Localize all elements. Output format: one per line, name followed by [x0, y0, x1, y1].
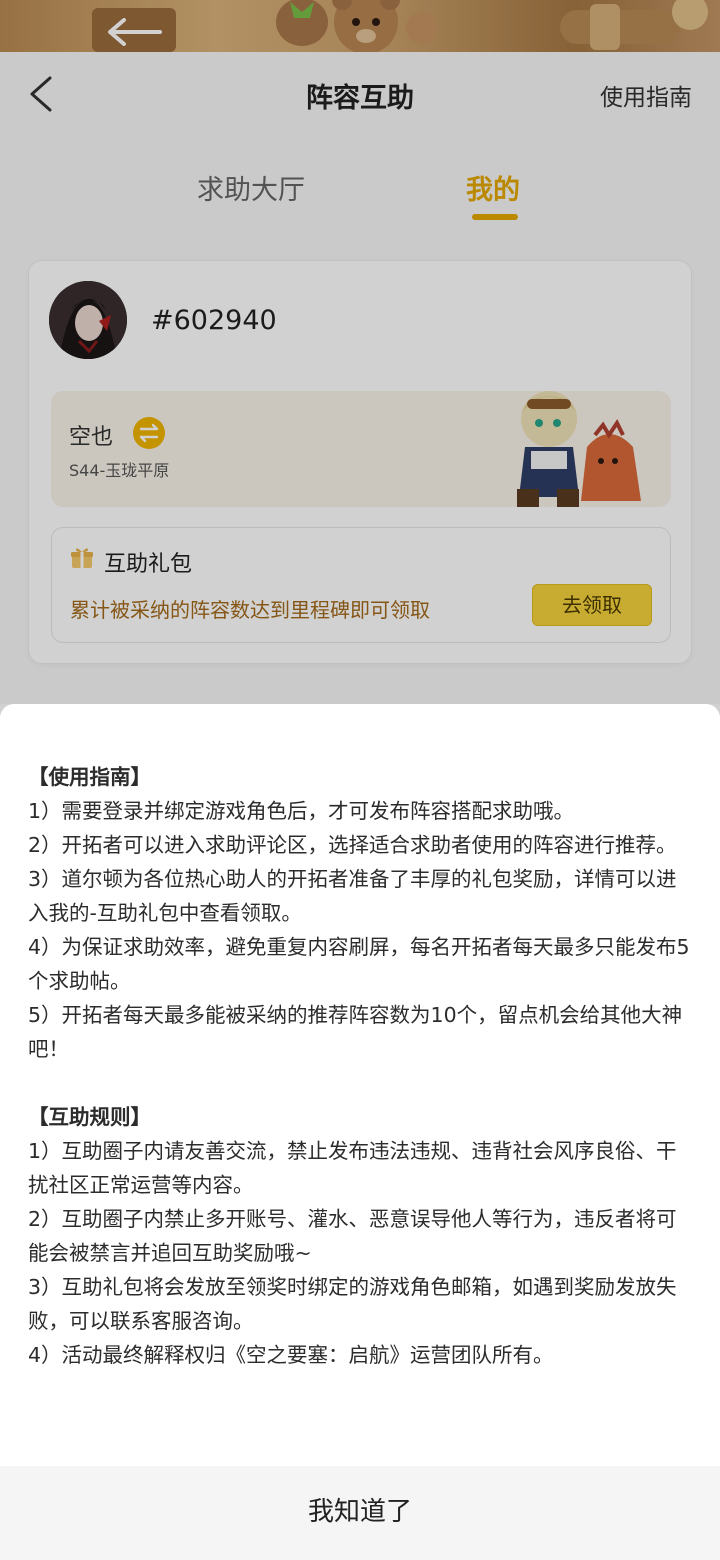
- guide-section-title: 【使用指南】: [28, 765, 151, 789]
- rules-item: 3）互助礼包将会发放至领奖时绑定的游戏角色邮箱，如遇到奖励发放失败，可以联系客服…: [28, 1275, 677, 1333]
- guide-item: 2）开拓者可以进入求助评论区，选择适合求助者使用的阵容进行推荐。: [28, 833, 677, 857]
- guide-sheet: 【使用指南】 1）需要登录并绑定游戏角色后，才可发布阵容搭配求助哦。 2）开拓者…: [0, 704, 720, 1560]
- guide-item: 1）需要登录并绑定游戏角色后，才可发布阵容搭配求助哦。: [28, 799, 575, 823]
- guide-item: 4）为保证求助效率，避免重复内容刷屏，每名开拓者每天最多只能发布5个求助帖。: [28, 935, 690, 993]
- rules-item: 1）互助圈子内请友善交流，禁止发布违法违规、违背社会风序良俗、干扰社区正常运营等…: [28, 1139, 677, 1197]
- guide-item: 5）开拓者每天最多能被采纳的推荐阵容数为10个，留点机会给其他大神吧！: [28, 1003, 683, 1061]
- rules-item: 2）互助圈子内禁止多开账号、灌水、恶意误导他人等行为，违反者将可能会被禁言并追回…: [28, 1207, 677, 1265]
- guide-item: 3）道尔顿为各位热心助人的开拓者准备了丰厚的礼包奖励，详情可以进入我的-互助礼包…: [28, 867, 677, 925]
- rules-item: 4）活动最终解释权归《空之要塞：启航》运营团队所有。: [28, 1343, 554, 1367]
- acknowledge-button[interactable]: 我知道了: [0, 1466, 720, 1560]
- guide-text: 【使用指南】 1）需要登录并绑定游戏角色后，才可发布阵容搭配求助哦。 2）开拓者…: [28, 760, 692, 1372]
- rules-section-title: 【互助规则】: [28, 1105, 151, 1129]
